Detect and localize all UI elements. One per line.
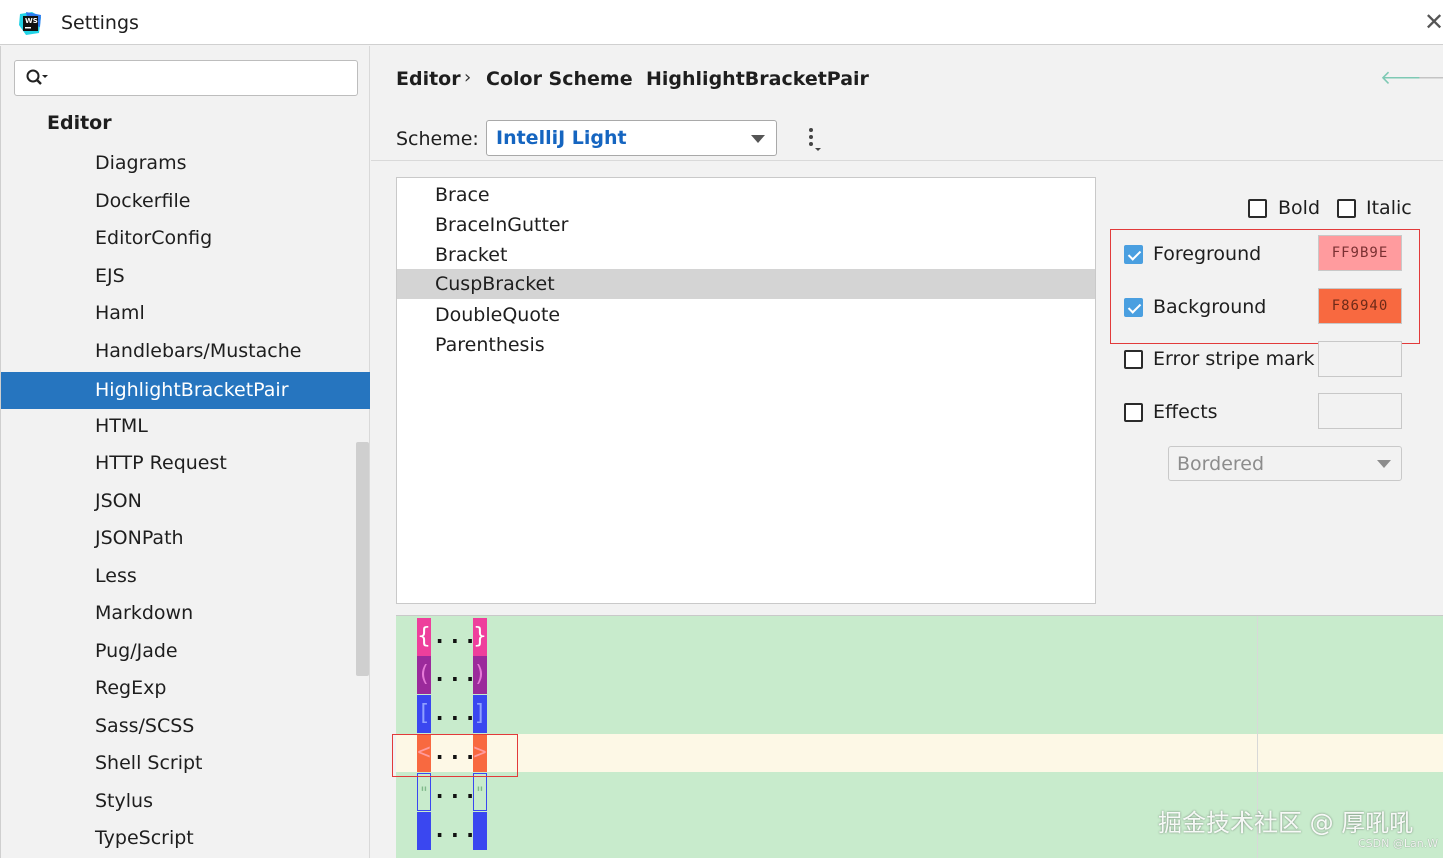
- sidebar-item-less[interactable]: Less: [1, 558, 370, 595]
- scheme-dropdown[interactable]: IntelliJ Light: [486, 120, 777, 156]
- sidebar-item-regexp[interactable]: RegExp: [1, 670, 370, 707]
- preview-content: ...: [433, 818, 479, 843]
- error-stripe-checkbox[interactable]: [1124, 350, 1143, 369]
- settings-search[interactable]: [14, 60, 358, 96]
- preview-open-bracket: (: [417, 656, 431, 694]
- sidebar-scrollbar[interactable]: [356, 442, 369, 676]
- effects-color-swatch[interactable]: [1318, 393, 1402, 429]
- list-item-cuspbracket[interactable]: CuspBracket: [397, 269, 1095, 299]
- italic-label: Italic: [1366, 197, 1412, 219]
- more-options-icon[interactable]: [805, 124, 825, 154]
- foreground-color-swatch[interactable]: FF9B9E: [1318, 235, 1402, 271]
- sidebar-item-markdown[interactable]: Markdown: [1, 595, 370, 632]
- bold-checkbox[interactable]: [1248, 199, 1267, 218]
- chevron-right-icon: ›: [625, 67, 633, 88]
- element-list[interactable]: Brace BraceInGutter Bracket CuspBracket …: [396, 177, 1096, 604]
- divider: [371, 160, 1443, 161]
- preview-open-bracket: [417, 812, 431, 850]
- preview-row-brace: { ... }: [417, 618, 487, 656]
- sidebar-item-highlightbracketpair[interactable]: HighlightBracketPair: [1, 372, 370, 409]
- preview-open-bracket: [: [417, 695, 431, 733]
- error-stripe-label: Error stripe mark: [1153, 348, 1315, 370]
- list-item-bracket[interactable]: Bracket: [397, 240, 1095, 270]
- breadcrumb-current: HighlightBracketPair: [646, 68, 869, 90]
- sidebar-item-json[interactable]: JSON: [1, 483, 370, 520]
- webstorm-logo-icon: WS: [19, 12, 41, 35]
- breadcrumb-editor[interactable]: Editor: [396, 68, 461, 90]
- sidebar-item-shell-script[interactable]: Shell Script: [1, 745, 370, 782]
- chevron-right-icon: ›: [464, 67, 472, 88]
- settings-main: Editor › Color Scheme › HighlightBracket…: [371, 46, 1443, 858]
- sidebar-item-typescript[interactable]: TypeScript: [1, 820, 370, 857]
- preview-close-bracket: ): [473, 656, 487, 694]
- scheme-label: Scheme:: [396, 128, 479, 150]
- preview-content: ...: [433, 701, 479, 726]
- list-item-brace[interactable]: Brace: [397, 180, 1095, 210]
- sidebar-item-html[interactable]: HTML: [1, 408, 370, 445]
- breadcrumb-color-scheme[interactable]: Color Scheme: [486, 68, 633, 90]
- scheme-value: IntelliJ Light: [496, 127, 627, 149]
- effects-type-dropdown[interactable]: Bordered: [1168, 446, 1402, 481]
- sidebar-item-handlebars[interactable]: Handlebars/Mustache: [1, 333, 370, 370]
- preview-close-bracket: }: [473, 618, 487, 656]
- preview-open-bracket: ": [417, 773, 431, 811]
- effects-type-value: Bordered: [1177, 453, 1265, 475]
- chevron-down-icon: [1377, 460, 1391, 468]
- bold-label: Bold: [1278, 197, 1320, 219]
- sidebar-item-editorconfig[interactable]: EditorConfig: [1, 220, 370, 257]
- preview-row-last: ...: [417, 812, 487, 850]
- sidebar-item-http-request[interactable]: HTTP Request: [1, 445, 370, 482]
- forward-arrow-icon[interactable]: 🡒: [1417, 66, 1443, 89]
- svg-text:WS: WS: [25, 17, 38, 25]
- search-input[interactable]: [53, 63, 353, 93]
- background-label: Background: [1153, 296, 1267, 318]
- list-item-parenthesis[interactable]: Parenthesis: [397, 330, 1095, 360]
- preview-close-bracket: ": [473, 773, 487, 811]
- chevron-down-icon: [751, 135, 765, 143]
- sidebar-item-dockerfile[interactable]: Dockerfile: [1, 183, 370, 220]
- sidebar-item-jsonpath[interactable]: JSONPath: [1, 520, 370, 557]
- watermark-small: CSDN @Lan.W: [1358, 837, 1439, 850]
- preview-highlight-box: [392, 734, 518, 777]
- sidebar-item-diagrams[interactable]: Diagrams: [1, 145, 370, 182]
- sidebar-item-sass-scss[interactable]: Sass/SCSS: [1, 708, 370, 745]
- search-icon[interactable]: [25, 68, 49, 88]
- sidebar-item-pug-jade[interactable]: Pug/Jade: [1, 633, 370, 670]
- preview-row-parenthesis: ( ... ): [417, 656, 487, 694]
- tree-section-editor[interactable]: Editor: [47, 112, 112, 134]
- window-title: Settings: [61, 12, 139, 34]
- foreground-checkbox[interactable]: [1124, 245, 1143, 264]
- background-checkbox[interactable]: [1124, 298, 1143, 317]
- effects-checkbox[interactable]: [1124, 403, 1143, 422]
- sidebar-item-haml[interactable]: Haml: [1, 295, 370, 332]
- effects-label: Effects: [1153, 401, 1218, 423]
- foreground-label: Foreground: [1153, 243, 1262, 265]
- sidebar-item-ejs[interactable]: EJS: [1, 258, 370, 295]
- preview-content: ...: [433, 779, 479, 804]
- preview-content: ...: [433, 624, 479, 649]
- error-stripe-color-swatch[interactable]: [1318, 341, 1402, 377]
- settings-sidebar: Editor Diagrams Dockerfile EditorConfig …: [0, 46, 370, 858]
- watermark: 掘金技术社区 @ 厚吼吼: [1158, 809, 1414, 837]
- title-bar: WS Settings ✕: [0, 0, 1443, 45]
- preview-row-bracket: [ ... ]: [417, 695, 487, 733]
- preview-close-bracket: [473, 812, 487, 850]
- preview-open-bracket: {: [417, 618, 431, 656]
- preview-close-bracket: ]: [473, 695, 487, 733]
- sidebar-item-stylus[interactable]: Stylus: [1, 783, 370, 820]
- close-icon[interactable]: ✕: [1424, 9, 1443, 35]
- background-color-swatch[interactable]: F86940: [1318, 288, 1402, 324]
- italic-checkbox[interactable]: [1337, 199, 1356, 218]
- preview-content: ...: [433, 662, 479, 687]
- list-item-braceingutter[interactable]: BraceInGutter: [397, 210, 1095, 240]
- list-item-doublequote[interactable]: DoubleQuote: [397, 300, 1095, 330]
- preview-current-line: [396, 734, 1443, 772]
- preview-row-doublequote: " ... ": [417, 773, 487, 811]
